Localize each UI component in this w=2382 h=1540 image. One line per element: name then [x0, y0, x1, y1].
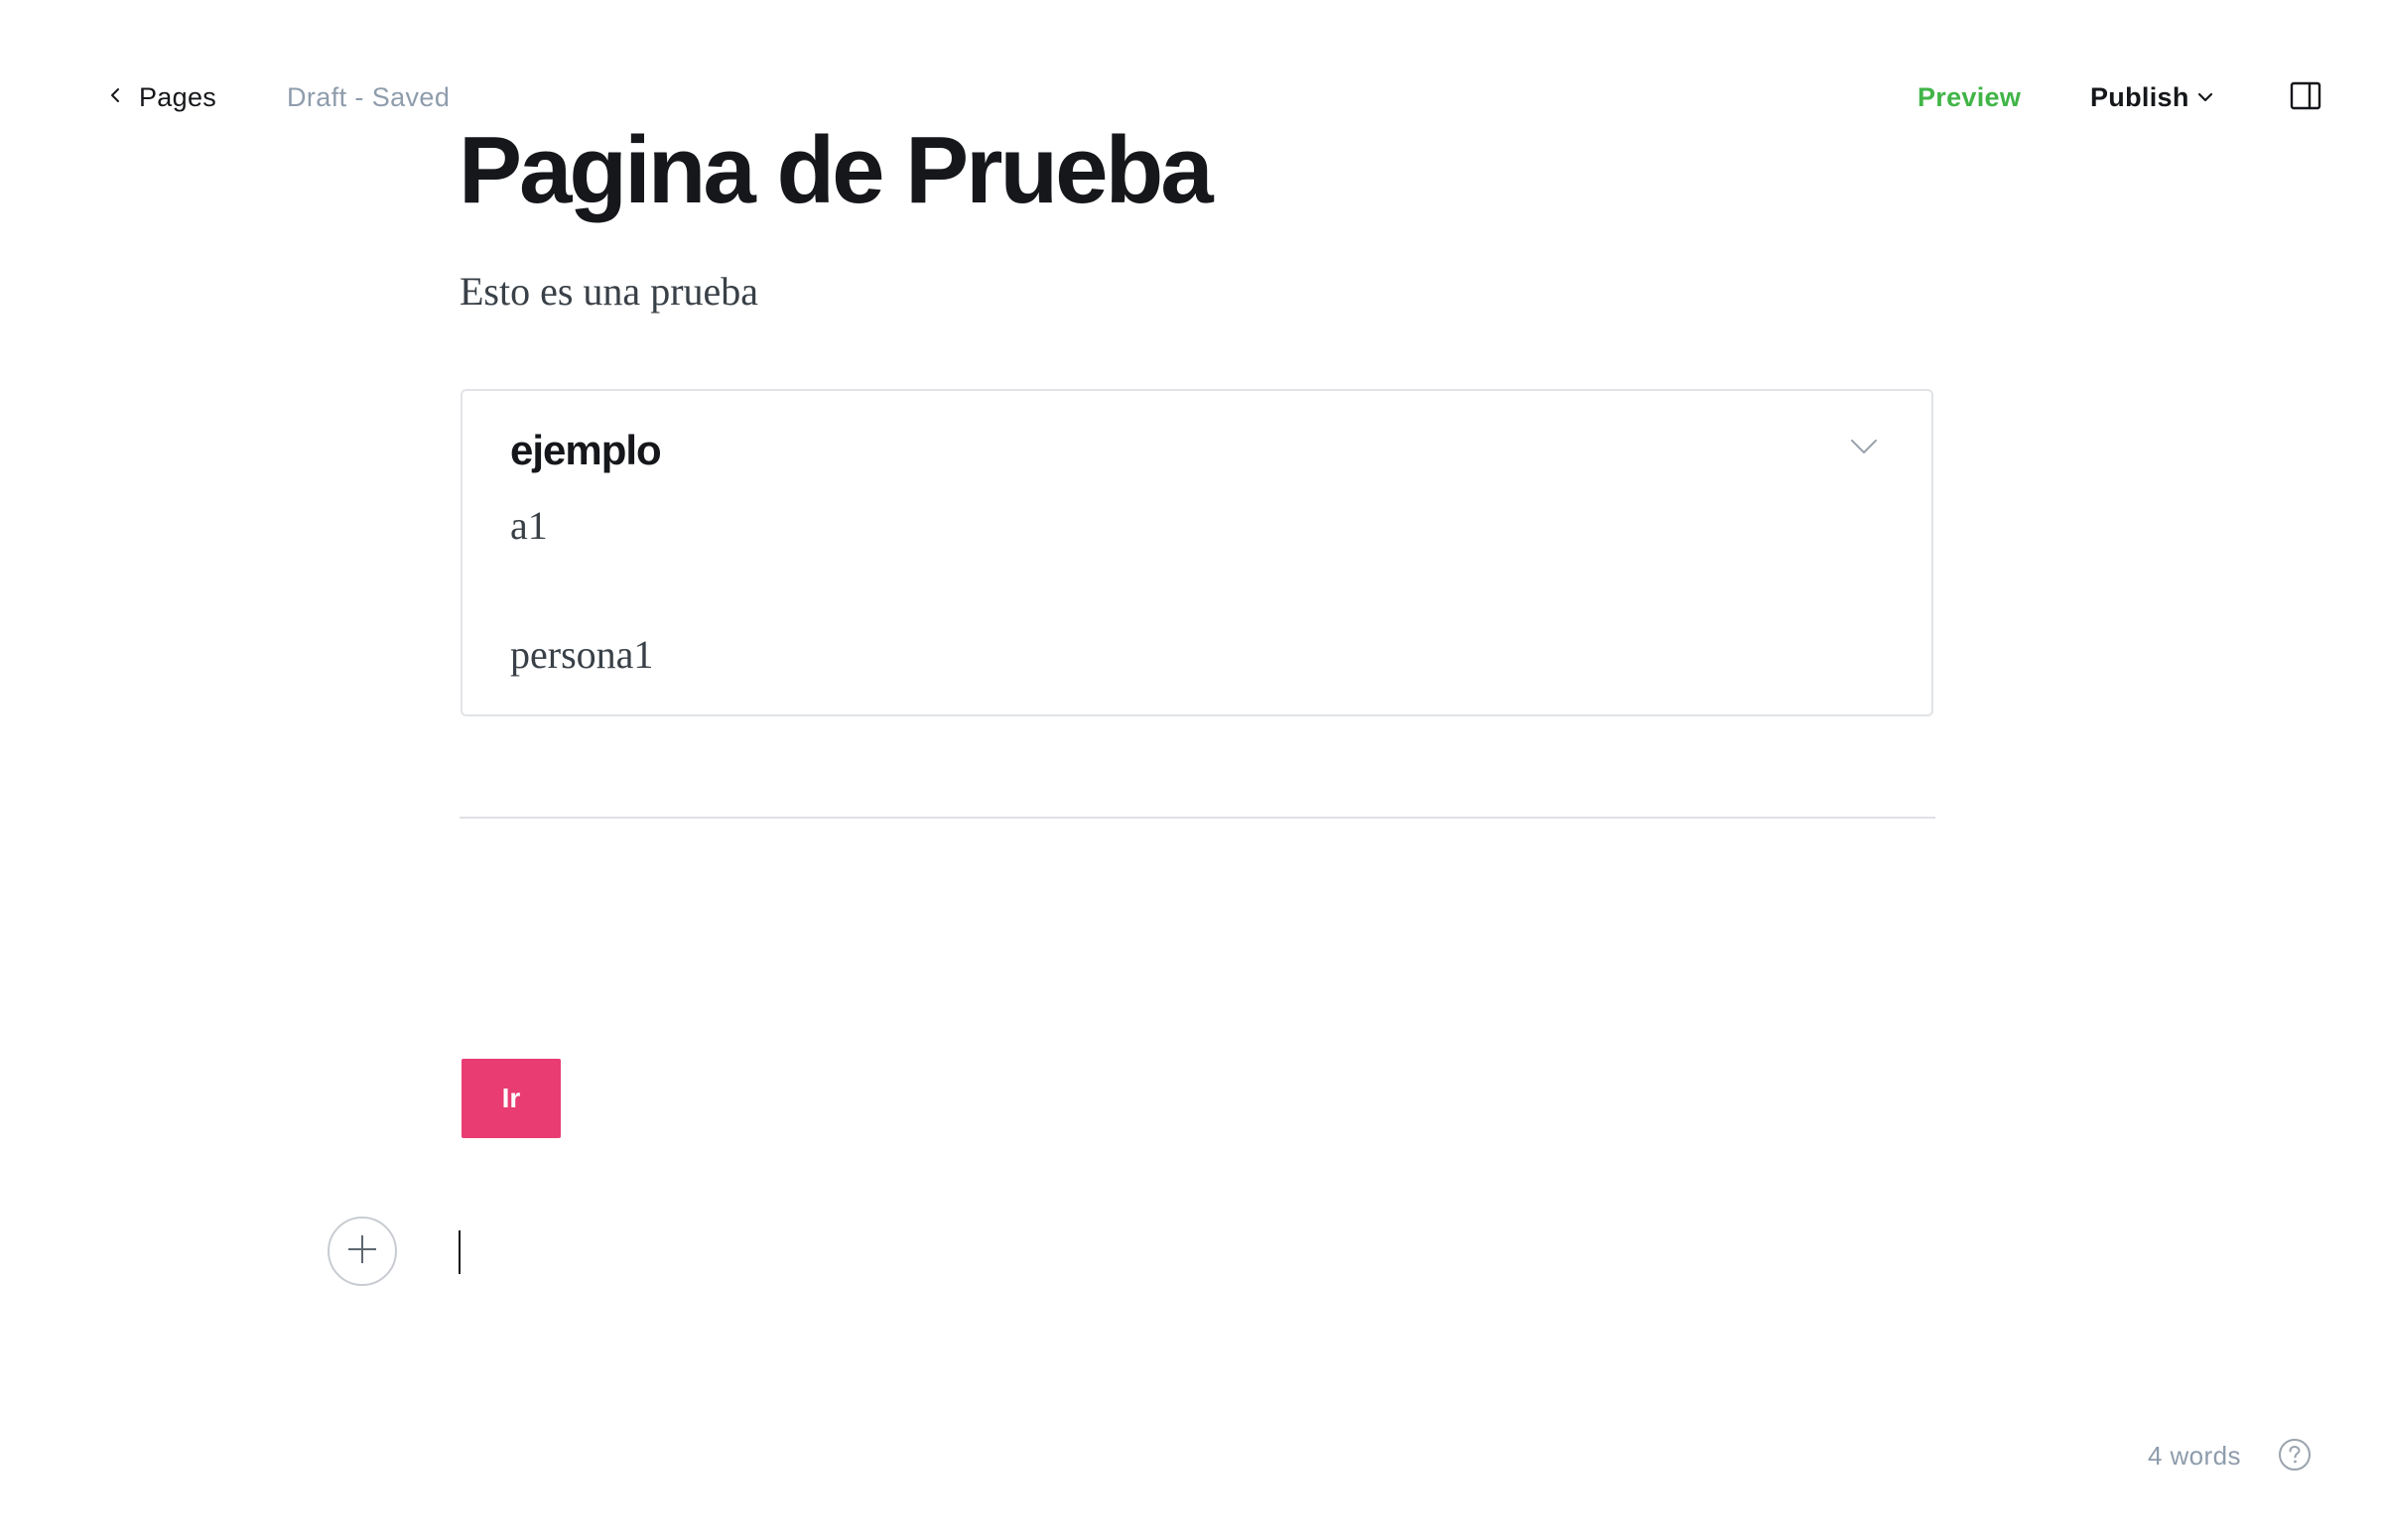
text-cursor[interactable] [459, 1230, 461, 1274]
back-to-pages-link[interactable]: Pages [107, 77, 216, 117]
sidebar-panel-icon[interactable] [2289, 79, 2322, 113]
toggle-heading[interactable]: ejemplo [510, 427, 662, 474]
chevron-down-icon [2195, 83, 2215, 112]
chevron-down-icon[interactable] [1848, 431, 1880, 462]
chevron-left-icon [107, 86, 125, 109]
plus-icon [344, 1231, 380, 1272]
preview-button[interactable]: Preview [1918, 77, 2021, 117]
toggle-content-line[interactable]: persona1 [510, 629, 653, 681]
add-card-button[interactable] [328, 1217, 397, 1286]
toggle-content-line[interactable]: a1 [510, 500, 548, 552]
question-mark-icon[interactable] [2277, 1437, 2313, 1473]
ir-button[interactable]: Ir [462, 1059, 561, 1138]
save-status: Draft - Saved [287, 82, 451, 112]
publish-button[interactable]: Publish [2090, 77, 2215, 117]
divider [460, 817, 1935, 819]
post-excerpt[interactable]: Esto es una prueba [460, 266, 758, 318]
editor-page: Pages Draft - Saved Preview Publish Pagi… [0, 0, 2382, 1540]
back-link-label: Pages [139, 81, 217, 112]
post-title[interactable]: Pagina de Prueba [459, 111, 1214, 230]
word-count: 4 words [2148, 1441, 2241, 1471]
publish-label: Publish [2090, 81, 2189, 112]
toggle-card[interactable]: ejemplo a1 persona1 [461, 389, 1933, 716]
